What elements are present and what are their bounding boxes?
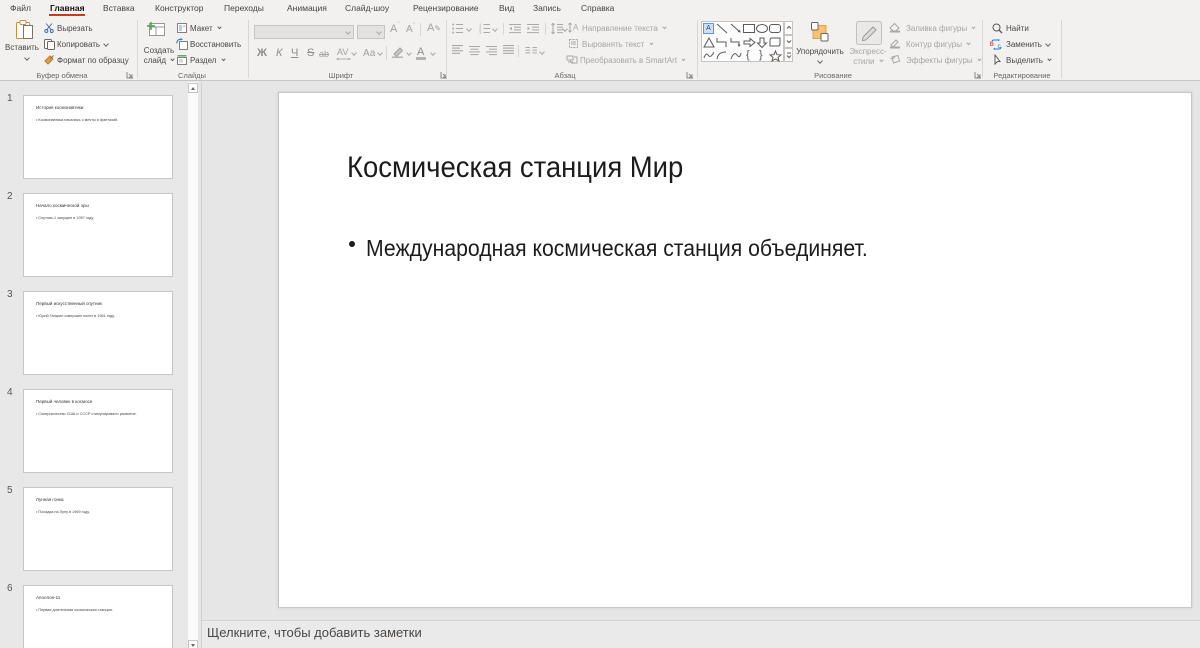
svg-text:c: c xyxy=(998,43,1002,50)
svg-text:3: 3 xyxy=(479,31,482,35)
svg-text:A: A xyxy=(573,23,579,32)
svg-text:b: b xyxy=(990,41,994,48)
